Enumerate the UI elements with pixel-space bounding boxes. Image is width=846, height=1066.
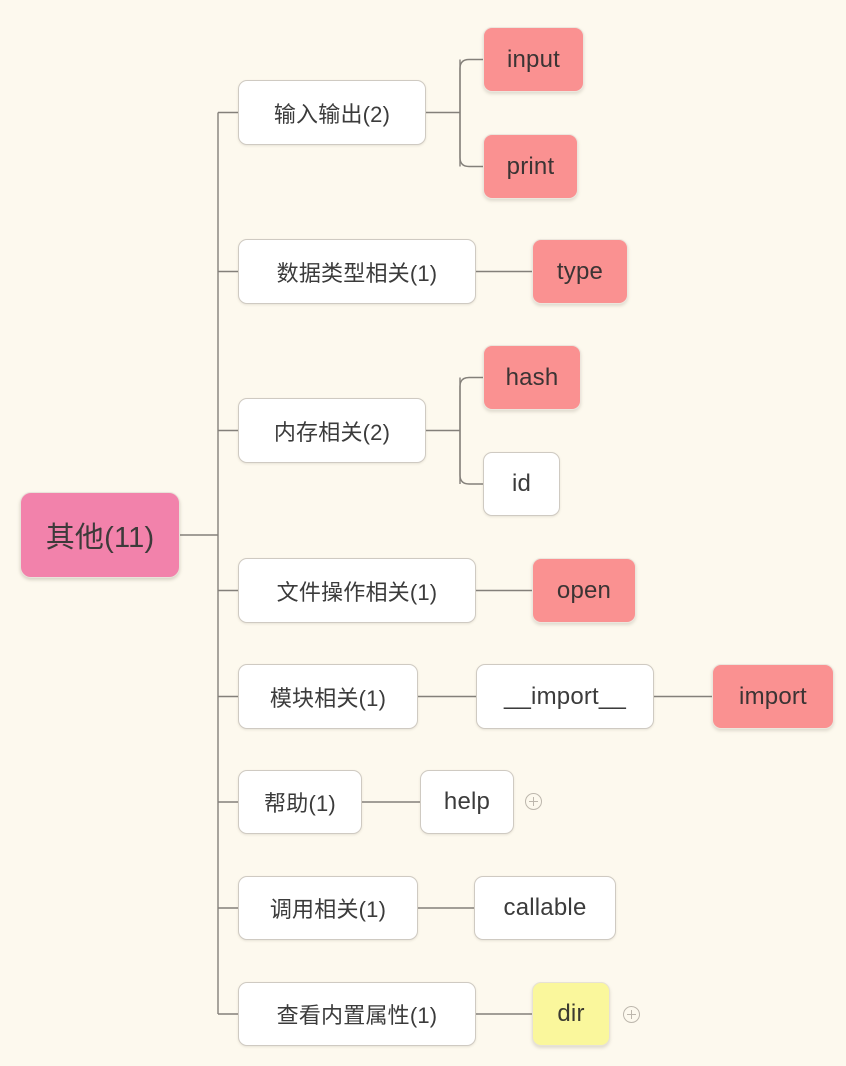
branch-node-1[interactable]: 模块相关(1) (238, 664, 418, 729)
branch-node-1[interactable]: 数据类型相关(1) (238, 239, 476, 304)
expand-plus-icon[interactable] (623, 1006, 640, 1023)
leaf-node-id[interactable]: id (483, 452, 560, 516)
expand-plus-icon[interactable] (525, 793, 542, 810)
branch-node-1[interactable]: 查看内置属性(1) (238, 982, 476, 1046)
connector (459, 376, 483, 431)
branch-node-2[interactable]: 内存相关(2) (238, 398, 426, 463)
connector (459, 58, 483, 113)
branch-node-1[interactable]: 调用相关(1) (238, 876, 418, 940)
connector (459, 112, 483, 168)
mindmap-canvas: 其他(11) 输入输出(2) input print 数据类型相关(1) type 内存相关… (0, 0, 846, 1066)
leaf-node-dir[interactable]: dir (532, 982, 610, 1046)
leaf-node-print[interactable]: print (483, 134, 578, 199)
leaf-node-__import__[interactable]: __import__ (476, 664, 654, 729)
leaf-node-type[interactable]: type (532, 239, 628, 304)
leaf-node-callable[interactable]: callable (474, 876, 616, 940)
branch-node-2[interactable]: 输入输出(2) (238, 80, 426, 145)
leaf-node-hash[interactable]: hash (483, 345, 581, 410)
root-node-11[interactable]: 其他(11) (20, 492, 180, 578)
connector (459, 430, 483, 485)
leaf-node-help[interactable]: help (420, 770, 514, 834)
branch-node-1[interactable]: 文件操作相关(1) (238, 558, 476, 623)
leaf-node-open[interactable]: open (532, 558, 636, 623)
leaf-node-import[interactable]: import (712, 664, 834, 729)
leaf-node-input[interactable]: input (483, 27, 584, 92)
branch-node-1[interactable]: 帮助(1) (238, 770, 362, 834)
